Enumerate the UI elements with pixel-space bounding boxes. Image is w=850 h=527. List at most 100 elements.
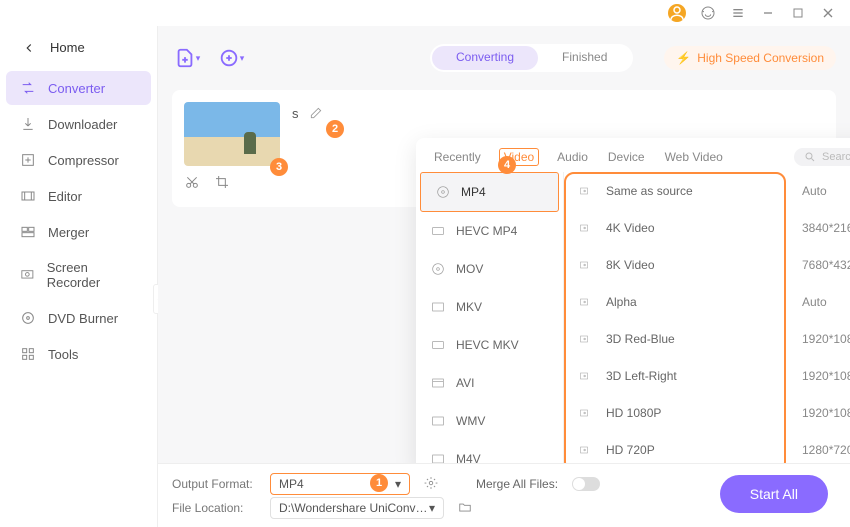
panel-tab-webvideo[interactable]: Web Video [663, 148, 725, 166]
format-list: MP4 HEVC MP4 MOV MKV HEVC MKV AVI WMV M4… [416, 172, 564, 472]
video-icon [578, 296, 596, 308]
lightning-icon: ⚡ [676, 51, 691, 65]
close-icon[interactable] [820, 5, 836, 21]
sidebar-item-editor[interactable]: Editor [6, 179, 151, 213]
sidebar-item-compressor[interactable]: Compressor [6, 143, 151, 177]
chevron-down-icon: ▾ [429, 501, 435, 515]
sidebar-item-label: Compressor [48, 153, 119, 168]
hispeed-label: High Speed Conversion [697, 51, 824, 65]
video-icon [578, 370, 596, 382]
file-title-start: s [292, 106, 299, 195]
format-label: MOV [456, 262, 483, 276]
sidebar-item-converter[interactable]: Converter [6, 71, 151, 105]
add-file-button[interactable]: ▾ [172, 43, 202, 73]
chevron-down-icon: ▾ [395, 477, 401, 491]
panel-tab-audio[interactable]: Audio [555, 148, 590, 166]
home-button[interactable]: Home [0, 34, 157, 69]
home-label: Home [50, 40, 85, 55]
sidebar-item-label: Downloader [48, 117, 117, 132]
output-format-value: MP4 [279, 477, 304, 491]
file-location-label: File Location: [172, 501, 262, 515]
format-wmv[interactable]: WMV [416, 402, 563, 440]
footer: Output Format: MP4 ▾ Merge All Files: Fi… [158, 463, 850, 527]
merge-toggle[interactable] [572, 477, 600, 491]
preset-name: Same as source [606, 184, 802, 198]
merge-label: Merge All Files: [476, 477, 558, 491]
sidebar-item-dvd-burner[interactable]: DVD Burner [6, 301, 151, 335]
preset-name: Alpha [606, 295, 802, 309]
start-all-button[interactable]: Start All [720, 475, 828, 513]
sidebar-item-label: Screen Recorder [47, 260, 137, 290]
sidebar-item-label: Converter [48, 81, 105, 96]
sidebar-item-merger[interactable]: Merger [6, 215, 151, 249]
high-speed-badge[interactable]: ⚡ High Speed Conversion [664, 46, 836, 70]
sidebar-item-label: DVD Burner [48, 311, 118, 326]
format-avi[interactable]: AVI [416, 364, 563, 402]
tab-converting[interactable]: Converting [432, 46, 538, 70]
menu-icon[interactable] [730, 5, 746, 21]
video-icon [578, 259, 596, 271]
preset-same-as-source[interactable]: Same as sourceAuto [564, 172, 850, 209]
preset-resolution: 7680*4320 [802, 258, 850, 272]
preset-alpha[interactable]: AlphaAuto [564, 283, 850, 320]
preset-resolution: Auto [802, 184, 850, 198]
video-icon [578, 444, 596, 456]
folder-icon[interactable] [458, 500, 472, 517]
preset-3d-leftright[interactable]: 3D Left-Right1920*1080 [564, 357, 850, 394]
format-label: HEVC MKV [456, 338, 519, 352]
search-placeholder: Search [822, 151, 850, 163]
format-mp4[interactable]: MP4 [420, 172, 559, 212]
user-avatar[interactable] [668, 4, 686, 22]
preset-8k[interactable]: 8K Video7680*4320 [564, 246, 850, 283]
format-label: WMV [456, 414, 485, 428]
preset-name: 3D Red-Blue [606, 332, 802, 346]
support-icon[interactable] [700, 5, 716, 21]
video-icon [578, 222, 596, 234]
format-label: MP4 [461, 185, 486, 199]
file-location-select[interactable]: D:\Wondershare UniConverter 1 ▾ [270, 497, 444, 519]
sidebar-item-downloader[interactable]: Downloader [6, 107, 151, 141]
video-icon [578, 333, 596, 345]
preset-name: 4K Video [606, 221, 802, 235]
preset-hd1080[interactable]: HD 1080P1920*1080 [564, 394, 850, 431]
video-icon [578, 185, 596, 197]
sidebar-item-screen-recorder[interactable]: Screen Recorder [6, 251, 151, 299]
sidebar-item-label: Merger [48, 225, 89, 240]
search-input[interactable]: Search [794, 148, 850, 166]
preset-resolution: 1280*720 [802, 443, 850, 457]
panel-tabs: Recently Video Audio Device Web Video Se… [416, 138, 850, 172]
panel-tab-device[interactable]: Device [606, 148, 647, 166]
preset-resolution: 1920*1080 [802, 406, 850, 420]
preset-name: HD 1080P [606, 406, 802, 420]
settings-icon[interactable] [424, 476, 438, 493]
preset-name: 8K Video [606, 258, 802, 272]
sidebar-item-tools[interactable]: Tools [6, 337, 151, 371]
minimize-icon[interactable] [760, 5, 776, 21]
crop-icon[interactable] [214, 174, 230, 195]
tab-finished[interactable]: Finished [538, 46, 631, 70]
format-mov[interactable]: MOV [416, 250, 563, 288]
sidebar: Home Converter Downloader Compressor Edi… [0, 26, 158, 527]
card-tools [184, 174, 280, 195]
output-format-select[interactable]: MP4 ▾ [270, 473, 410, 495]
format-hevc-mkv[interactable]: HEVC MKV [416, 326, 563, 364]
panel-tab-recently[interactable]: Recently [432, 148, 483, 166]
rename-icon[interactable] [309, 106, 323, 195]
format-mkv[interactable]: MKV [416, 288, 563, 326]
preset-name: HD 720P [606, 443, 802, 457]
preset-name: 3D Left-Right [606, 369, 802, 383]
trim-icon[interactable] [184, 174, 200, 195]
add-dvd-button[interactable]: ▾ [216, 43, 246, 73]
format-hevc-mp4[interactable]: HEVC MP4 [416, 212, 563, 250]
preset-3d-redblue[interactable]: 3D Red-Blue1920*1080 [564, 320, 850, 357]
preset-4k[interactable]: 4K Video3840*2160 [564, 209, 850, 246]
video-icon [578, 407, 596, 419]
file-location-value: D:\Wondershare UniConverter 1 [279, 501, 429, 515]
callout-badge-2: 2 [326, 120, 344, 138]
video-thumbnail[interactable] [184, 102, 280, 166]
sidebar-item-label: Editor [48, 189, 82, 204]
sidebar-item-label: Tools [48, 347, 78, 362]
maximize-icon[interactable] [790, 5, 806, 21]
preset-resolution: 1920*1080 [802, 332, 850, 346]
search-icon [804, 151, 816, 163]
